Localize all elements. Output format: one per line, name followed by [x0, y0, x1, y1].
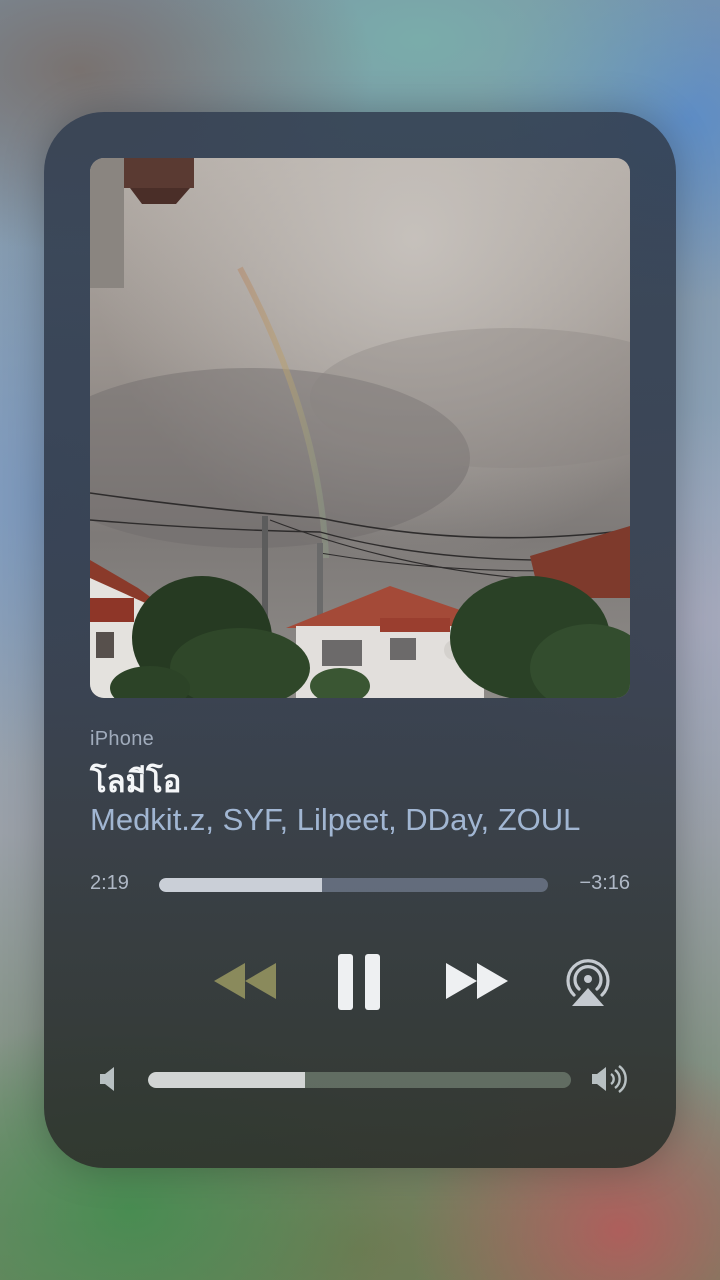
rewind-button[interactable]	[212, 960, 278, 1002]
airplay-icon	[566, 959, 610, 1006]
volume-level-fill	[148, 1072, 305, 1088]
pause-icon	[338, 954, 380, 1010]
output-device-label: iPhone	[90, 728, 155, 750]
playback-scrubber[interactable]	[159, 878, 548, 892]
fast-forward-button[interactable]	[444, 960, 510, 1002]
elapsed-time: 2:19	[90, 872, 129, 894]
volume-max-indicator	[590, 1062, 630, 1096]
rewind-icon	[214, 963, 276, 999]
speaker-low-icon	[100, 1067, 114, 1091]
remaining-time: −3:16	[579, 872, 630, 894]
speaker-high-icon	[592, 1065, 627, 1093]
pause-button[interactable]	[336, 952, 384, 1012]
airplay-button[interactable]	[560, 954, 616, 1010]
fast-forward-icon	[446, 963, 508, 999]
now-playing-card: iPhone โลมีโอ Medkit.z, SYF, Lilpeet, DD…	[44, 112, 676, 1168]
album-artwork	[90, 158, 630, 698]
volume-slider[interactable]	[148, 1072, 571, 1088]
track-title: โลมีโอ	[90, 764, 182, 799]
track-artist: Medkit.z, SYF, Lilpeet, DDay, ZOUL	[90, 802, 581, 837]
volume-min-indicator	[98, 1064, 118, 1094]
playback-progress-fill	[159, 878, 323, 892]
